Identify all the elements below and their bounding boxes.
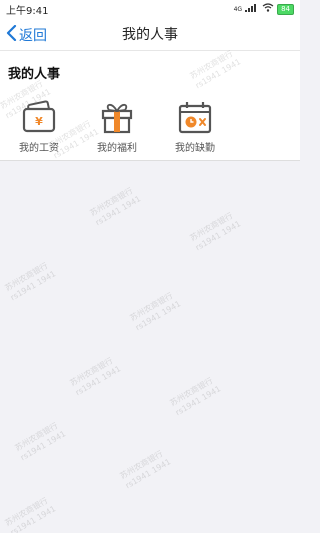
calendar-clock-icon bbox=[177, 99, 213, 135]
back-label: 返回 bbox=[19, 27, 47, 44]
svg-text:¥: ¥ bbox=[35, 115, 43, 128]
hr-section: 我的人事 ¥ 我的工资 我的福利 我的缺勤 bbox=[0, 51, 300, 161]
battery-icon: 84 bbox=[277, 3, 294, 15]
watermark: 苏州农商银行 rs1941 1941 bbox=[118, 449, 173, 491]
watermark: 苏州农商银行 rs1941 1941 bbox=[3, 261, 58, 303]
wifi-icon bbox=[262, 3, 274, 15]
menu-label-absence: 我的缺勤 bbox=[175, 143, 215, 154]
status-time: 上午9:41 bbox=[6, 5, 49, 17]
watermark: 苏州农商银行 rs1941 1941 bbox=[128, 291, 183, 333]
back-button[interactable]: 返回 bbox=[6, 18, 47, 51]
network-type: 4G bbox=[233, 5, 243, 13]
menu-label-benefits: 我的福利 bbox=[97, 143, 137, 154]
watermark: 苏州农商银行 rs1941 1941 bbox=[188, 211, 243, 253]
watermark: 苏州农商银行 rs1941 1941 bbox=[68, 356, 123, 398]
gift-icon bbox=[99, 99, 135, 135]
hr-grid: ¥ 我的工资 我的福利 我的缺勤 bbox=[0, 99, 240, 154]
watermark: 苏州农商银行 rs1941 1941 bbox=[88, 186, 143, 228]
signal-icon bbox=[245, 3, 259, 15]
nav-bar: 返回 我的人事 bbox=[0, 18, 300, 51]
chevron-left-icon bbox=[6, 24, 17, 45]
status-icons: 4G 84 bbox=[234, 3, 294, 15]
watermark: 苏州农商银行 rs1941 1941 bbox=[168, 376, 223, 418]
status-bar: 上午9:41 4G 84 bbox=[0, 0, 300, 18]
menu-item-absence[interactable]: 我的缺勤 bbox=[156, 99, 234, 154]
watermark: 苏州农商银行 rs1941 1941 bbox=[3, 496, 58, 533]
watermark: 苏州农商银行 rs1941 1941 bbox=[13, 421, 68, 463]
section-title: 我的人事 bbox=[8, 67, 61, 82]
